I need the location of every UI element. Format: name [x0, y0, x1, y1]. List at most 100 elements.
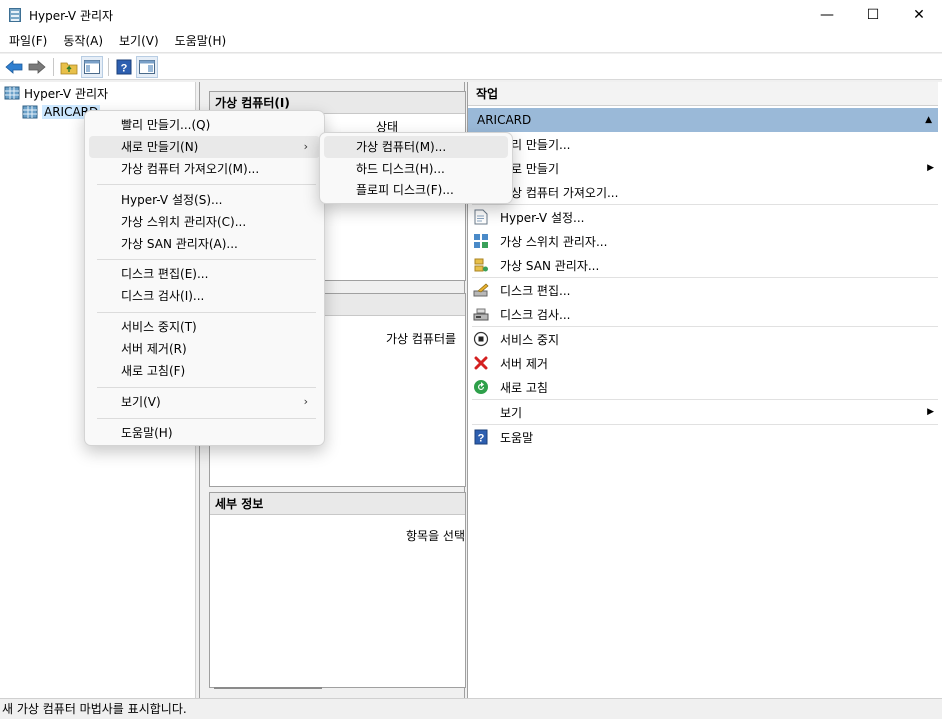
window-title: Hyper-V 관리자 — [29, 8, 114, 23]
sub-new-hard-disk[interactable]: 하드 디스크(H)... — [324, 158, 508, 180]
action-refresh[interactable]: 새로 고침 — [472, 375, 938, 399]
action-label: 서버 제거 — [500, 356, 548, 371]
close-button[interactable]: ✕ — [896, 0, 942, 30]
ctx-stop-service[interactable]: 서비스 중지(T) — [89, 316, 320, 338]
ctx-hyperv-settings[interactable]: Hyper-V 설정(S)... — [89, 189, 320, 211]
action-label: 서비스 중지 — [500, 332, 560, 347]
menu-action[interactable]: 동작(A) — [56, 30, 110, 52]
help-icon[interactable]: ? — [113, 56, 135, 78]
virtual-san-icon — [472, 256, 490, 274]
ctx-virtual-san-manager[interactable]: 가상 SAN 관리자(A)... — [89, 233, 320, 255]
menu-bar: 파일(F) 동작(A) 보기(V) 도움말(H) — [0, 30, 942, 53]
submenu-arrow-icon: ▶ — [927, 407, 934, 417]
action-label: 가상 SAN 관리자... — [500, 258, 600, 273]
refresh-icon — [472, 378, 490, 396]
inspect-disk-icon — [472, 305, 490, 323]
submenu-arrow-icon: ▶ — [927, 163, 934, 173]
actions-title: 작업 — [468, 82, 938, 106]
up-folder-icon[interactable] — [58, 56, 80, 78]
ctx-view[interactable]: 보기(V) › — [89, 391, 320, 413]
action-virtual-san-manager[interactable]: 가상 SAN 관리자... — [472, 253, 938, 277]
ctx-edit-disk[interactable]: 디스크 편집(E)... — [89, 263, 320, 285]
virtual-switch-icon — [472, 232, 490, 250]
ctx-help[interactable]: 도움말(H) — [89, 422, 320, 444]
sub-new-vm[interactable]: 가상 컴퓨터(M)... — [324, 136, 508, 158]
hyperv-app-icon — [7, 7, 23, 23]
action-label: 새로 고침 — [500, 380, 548, 395]
forward-arrow-icon[interactable] — [26, 56, 48, 78]
action-edit-disk[interactable]: 디스크 편집... — [472, 278, 938, 302]
action-label: 가상 컴퓨터 가져오기... — [500, 185, 619, 200]
back-arrow-icon[interactable] — [3, 56, 25, 78]
action-view[interactable]: 보기 ▶ — [472, 400, 938, 424]
action-hyperv-settings[interactable]: Hyper-V 설정... — [472, 205, 938, 229]
help-icon: ? — [472, 428, 490, 446]
ctx-separator — [97, 387, 316, 388]
sub-new-floppy-disk[interactable]: 플로피 디스크(F)... — [324, 179, 508, 201]
hyperv-manager-icon — [4, 86, 20, 100]
action-stop-service[interactable]: 서비스 중지 — [472, 327, 938, 351]
action-label: 가상 스위치 관리자... — [500, 234, 608, 249]
action-label: 디스크 편집... — [500, 283, 571, 298]
action-label: 보기 — [500, 405, 523, 420]
ctx-separator — [97, 259, 316, 260]
actions-pane: 작업 ARICARD ▲ 빨리 만들기... 새로 만들기 ▶ 가상 컴퓨터 가… — [467, 82, 942, 698]
submenu-chevron-icon: › — [303, 140, 308, 153]
ctx-remove-server[interactable]: 서버 제거(R) — [89, 338, 320, 360]
ctx-separator — [97, 312, 316, 313]
action-quick-create[interactable]: 빨리 만들기... — [472, 132, 938, 156]
svg-text:?: ? — [121, 62, 128, 74]
action-label: Hyper-V 설정... — [500, 210, 585, 225]
details-panel-title: 세부 정보 — [210, 493, 465, 515]
edit-disk-icon — [472, 281, 490, 299]
ctx-import-vm[interactable]: 가상 컴퓨터 가져오기(M)... — [89, 158, 320, 180]
ctx-quick-create[interactable]: 빨리 만들기...(Q) — [89, 114, 320, 136]
action-new[interactable]: 새로 만들기 ▶ — [472, 156, 938, 180]
settings-page-icon — [472, 208, 490, 226]
tree-item-hyperv-manager[interactable]: Hyper-V 관리자 — [4, 84, 108, 102]
ctx-view-label: 보기(V) — [121, 395, 161, 409]
action-remove-server[interactable]: 서버 제거 — [472, 351, 938, 375]
toolbar-separator — [53, 57, 54, 76]
action-label: 도움말 — [500, 430, 534, 445]
ctx-inspect-disk[interactable]: 디스크 검사(I)... — [89, 285, 320, 307]
vm-empty-text: 가상 컴퓨터를 — [386, 332, 457, 346]
ctx-refresh[interactable]: 새로 고침(F) — [89, 360, 320, 382]
action-inspect-disk[interactable]: 디스크 검사... — [472, 302, 938, 326]
menu-help[interactable]: 도움말(H) — [168, 30, 234, 52]
actions-group-label: ARICARD — [477, 113, 532, 127]
maximize-button[interactable]: ☐ — [850, 0, 896, 30]
action-virtual-switch-manager[interactable]: 가상 스위치 관리자... — [472, 229, 938, 253]
action-label: 디스크 검사... — [500, 307, 571, 322]
stop-service-icon — [472, 330, 490, 348]
tree-root-label: Hyper-V 관리자 — [24, 86, 109, 101]
menu-view[interactable]: 보기(V) — [112, 30, 166, 52]
action-import-vm[interactable]: 가상 컴퓨터 가져오기... — [472, 180, 938, 204]
minimize-button[interactable]: — — [804, 0, 850, 30]
collapse-up-icon[interactable]: ▲ — [925, 108, 932, 132]
horizontal-scrollbar[interactable] — [214, 687, 322, 689]
show-hide-action-pane-icon[interactable] — [136, 55, 158, 78]
ctx-new-label: 새로 만들기(N) — [121, 140, 199, 154]
details-panel: 세부 정보 항목을 선택 — [209, 492, 466, 688]
action-help[interactable]: ? 도움말 — [472, 425, 938, 449]
new-submenu: 가상 컴퓨터(M)... 하드 디스크(H)... 플로피 디스크(F)... — [319, 132, 513, 204]
toolbar: ? — [0, 54, 942, 80]
status-bar: 새 가상 컴퓨터 마법사를 표시합니다. — [0, 698, 942, 719]
actions-group-server[interactable]: ARICARD ▲ — [468, 108, 938, 132]
show-hide-console-tree-icon[interactable] — [81, 55, 103, 78]
submenu-chevron-icon: › — [303, 395, 308, 408]
remove-x-icon — [472, 354, 490, 372]
toolbar-separator — [108, 57, 109, 76]
context-menu: 빨리 만들기...(Q) 새로 만들기(N) › 가상 컴퓨터 가져오기(M).… — [84, 110, 325, 446]
svg-text:?: ? — [478, 433, 485, 445]
ctx-virtual-switch-manager[interactable]: 가상 스위치 관리자(C)... — [89, 211, 320, 233]
ctx-separator — [97, 418, 316, 419]
details-empty-text: 항목을 선택 — [406, 529, 466, 543]
ctx-separator — [97, 184, 316, 185]
ctx-new[interactable]: 새로 만들기(N) › — [89, 136, 320, 158]
menu-file[interactable]: 파일(F) — [2, 30, 54, 52]
title-bar: Hyper-V 관리자 — ☐ ✕ — [0, 0, 942, 30]
server-icon — [22, 105, 38, 119]
window-controls: — ☐ ✕ — [804, 0, 942, 30]
